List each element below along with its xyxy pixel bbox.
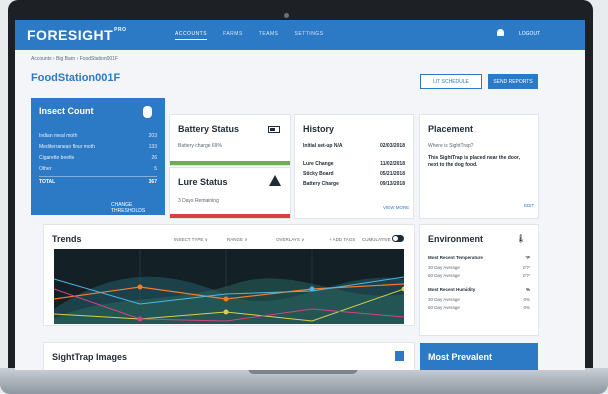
battery-level-bar — [170, 161, 290, 165]
trend-point — [309, 286, 315, 292]
placement-text: This SightTrap is placed near the door, … — [428, 155, 520, 168]
history-row: Initial set-up N/A 02/03/2018 — [303, 143, 405, 149]
cumulative-label: CUMULATIVE — [362, 237, 391, 242]
notification-bell-icon[interactable] — [497, 29, 504, 36]
nav-tab-accounts[interactable]: ACCOUNTS — [175, 31, 208, 40]
most-prevalent-card: Most Prevalent — [420, 343, 538, 370]
range-dropdown[interactable]: RANGE ∨ — [227, 237, 248, 243]
overlays-dropdown[interactable]: OVERLAYS ∨ — [276, 237, 304, 243]
insect-row: Other 5 — [39, 166, 157, 172]
logout-link[interactable]: LOGOUT — [519, 31, 540, 37]
laptop-base — [0, 368, 608, 394]
insect-type-dropdown[interactable]: INSECT TYPE ∨ — [174, 237, 208, 243]
placement-card: Placement Where is SightTrap? This Sight… — [420, 115, 538, 218]
insect-row: Indian meal moth 203 — [39, 133, 157, 139]
nav-tabs: ACCOUNTS FARMS TEAMS SETTINGS — [175, 31, 324, 40]
logo[interactable]: FORESIGHTPRO — [27, 27, 127, 43]
most-prevalent-title: Most Prevalent — [428, 352, 493, 362]
temperature-row: 60 Day Average 0°F — [428, 273, 530, 278]
sighttrap-images-card: SightTrap Images — [44, 343, 414, 370]
trends-title: Trends — [52, 234, 82, 244]
trend-point — [137, 316, 143, 322]
humidity-row: 30 Day Average 0% — [428, 297, 530, 302]
camera — [284, 13, 289, 18]
top-nav: FORESIGHTPRO ACCOUNTS FARMS TEAMS SETTIN… — [15, 20, 585, 50]
temperature-row: 30 Day Average 0°F — [428, 265, 530, 270]
lure-level-bar — [170, 214, 290, 218]
thermometer-droplet-icon: 🌡 — [516, 234, 527, 243]
app-screen: FORESIGHTPRO ACCOUNTS FARMS TEAMS SETTIN… — [15, 20, 585, 370]
change-thresholds-link[interactable]: CHANGE THRESHOLDS — [111, 202, 165, 214]
environment-card: Environment 🌡 Most Recent Temperature °F … — [420, 225, 538, 335]
insect-count-title: Insect Count — [39, 106, 94, 116]
temperature-header: Most Recent Temperature °F — [428, 255, 530, 260]
history-card: History Initial set-up N/A 02/03/2018 Lur… — [295, 115, 413, 218]
lit-schedule-button[interactable]: Lit Schedule — [420, 74, 482, 89]
page-title: FoodStation001F — [31, 72, 121, 84]
battery-text: Battery charge 69% — [178, 143, 222, 149]
insect-row: Mediterranean flour moth 133 — [39, 144, 157, 150]
lure-text: 3 Days Remaining — [178, 198, 219, 204]
trends-plot-svg — [53, 249, 407, 324]
placement-edit-link[interactable]: EDIT — [524, 203, 534, 208]
insect-row: Cigarette beetle 26 — [39, 155, 157, 161]
history-view-more-link[interactable]: VIEW MORE — [383, 205, 409, 210]
history-title: History — [303, 124, 335, 134]
battery-status-title: Battery Status — [178, 124, 240, 134]
insect-count-card: Insect Count Indian meal moth 203 Mediter… — [31, 98, 165, 215]
environment-title: Environment — [428, 234, 484, 244]
battery-icon — [268, 126, 280, 133]
trends-card: Trends INSECT TYPE ∨ RANGE ∨ OVERLAYS ∨ … — [44, 225, 414, 325]
insect-total-row: TOTAL 367 — [39, 176, 157, 185]
placement-question: Where is SightTrap? — [428, 143, 474, 149]
battery-status-card: Battery Status Battery charge 69% — [170, 115, 290, 165]
add-tags-button[interactable]: + ADD TAGS — [329, 237, 355, 242]
humidity-row: 60 Day Average 0% — [428, 305, 530, 310]
nav-tab-settings[interactable]: SETTINGS — [295, 31, 324, 40]
lure-status-card: Lure Status 3 Days Remaining — [170, 168, 290, 218]
bug-icon — [143, 106, 152, 118]
humidity-header: Most Recent Humidity% — [428, 287, 530, 292]
nav-tab-farms[interactable]: FARMS — [223, 31, 243, 40]
history-row: Battery Charge 09/13/2018 — [303, 181, 405, 187]
nav-tab-teams[interactable]: TEAMS — [259, 31, 279, 40]
placement-title: Placement — [428, 124, 474, 134]
lure-status-title: Lure Status — [178, 177, 228, 187]
warning-icon — [269, 175, 281, 186]
trends-plot — [53, 249, 407, 324]
trend-point — [137, 284, 143, 290]
trend-point — [223, 296, 229, 302]
send-reports-button[interactable]: Send Reports — [488, 74, 538, 89]
trend-point — [223, 309, 229, 315]
breadcrumb[interactable]: Accounts › Big Barn › FoodStation001F — [31, 56, 118, 62]
sighttrap-images-title: SightTrap Images — [52, 352, 128, 362]
cumulative-toggle[interactable] — [392, 235, 404, 242]
image-icon[interactable] — [395, 351, 404, 361]
history-row: Lure Change 11/02/2018 — [303, 161, 405, 167]
history-row: Sticky Board 05/21/2018 — [303, 171, 405, 177]
